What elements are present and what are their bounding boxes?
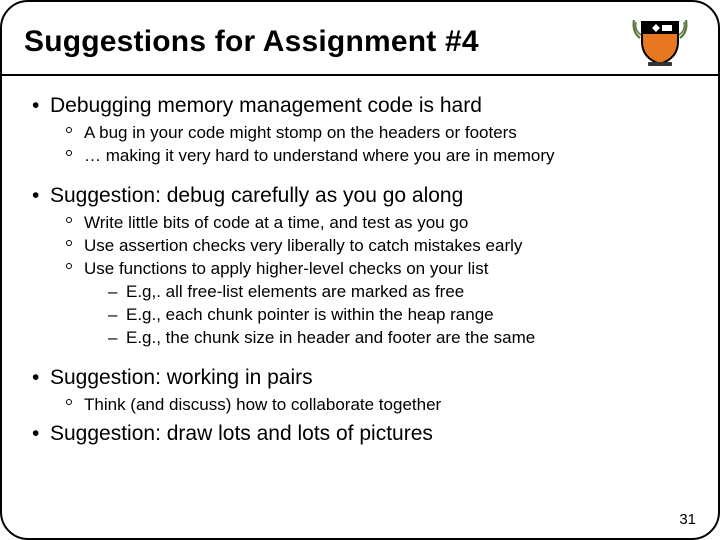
sub-marker — [66, 212, 84, 223]
dash-text: E.g,. all free-list elements are marked … — [126, 281, 464, 304]
sub-item: Use assertion checks very liberally to c… — [66, 235, 688, 258]
dash-item: – E.g., each chunk pointer is within the… — [108, 304, 535, 327]
sub-item: Write little bits of code at a time, and… — [66, 212, 688, 235]
dash-marker: – — [108, 304, 126, 327]
sub-text: … making it very hard to understand wher… — [84, 145, 555, 168]
sub-item: … making it very hard to understand wher… — [66, 145, 688, 168]
dash-item: – E.g,. all free-list elements are marke… — [108, 281, 535, 304]
sub-text: Use functions to apply higher-level chec… — [84, 259, 488, 278]
bullet-text: Suggestion: draw lots and lots of pictur… — [50, 422, 433, 446]
sub-list: Write little bits of code at a time, and… — [66, 212, 688, 350]
bullet-item: • Suggestion: working in pairs — [32, 366, 688, 390]
slide-content: • Debugging memory management code is ha… — [2, 76, 718, 460]
sub-text: A bug in your code might stomp on the he… — [84, 122, 517, 145]
bullet-text: Suggestion: debug carefully as you go al… — [50, 184, 463, 208]
dash-text: E.g., the chunk size in header and foote… — [126, 327, 535, 350]
sub-text: Think (and discuss) how to collaborate t… — [84, 394, 441, 417]
sub-list: A bug in your code might stomp on the he… — [66, 122, 688, 168]
sub-list: Think (and discuss) how to collaborate t… — [66, 394, 688, 417]
bullet-text: Debugging memory management code is hard — [50, 94, 482, 118]
sub-item: Use functions to apply higher-level chec… — [66, 258, 688, 350]
dash-marker: – — [108, 281, 126, 304]
title-row: Suggestions for Assignment #4 — [2, 2, 718, 74]
sub-item: A bug in your code might stomp on the he… — [66, 122, 688, 145]
bullet-text: Suggestion: working in pairs — [50, 366, 313, 390]
bullet-marker: • — [32, 184, 50, 208]
sub-marker — [66, 122, 84, 133]
dash-list: – E.g,. all free-list elements are marke… — [108, 281, 535, 350]
princeton-shield-icon — [630, 16, 690, 68]
slide-title: Suggestions for Assignment #4 — [24, 25, 630, 59]
bullet-marker: • — [32, 422, 50, 446]
bullet-item: • Debugging memory management code is ha… — [32, 94, 688, 118]
dash-marker: – — [108, 327, 126, 350]
dash-item: – E.g., the chunk size in header and foo… — [108, 327, 535, 350]
page-number: 31 — [679, 511, 696, 528]
sub-marker — [66, 258, 84, 269]
sub-text: Write little bits of code at a time, and… — [84, 212, 468, 235]
bullet-item: • Suggestion: draw lots and lots of pict… — [32, 422, 688, 446]
slide-frame: Suggestions for Assignment #4 • Debuggin… — [0, 0, 720, 540]
sub-text: Use assertion checks very liberally to c… — [84, 235, 522, 258]
sub-marker — [66, 235, 84, 246]
bullet-item: • Suggestion: debug carefully as you go … — [32, 184, 688, 208]
dash-text: E.g., each chunk pointer is within the h… — [126, 304, 494, 327]
sub-item: Think (and discuss) how to collaborate t… — [66, 394, 688, 417]
sub-marker — [66, 145, 84, 156]
bullet-marker: • — [32, 94, 50, 118]
sub-marker — [66, 394, 84, 405]
bullet-marker: • — [32, 366, 50, 390]
